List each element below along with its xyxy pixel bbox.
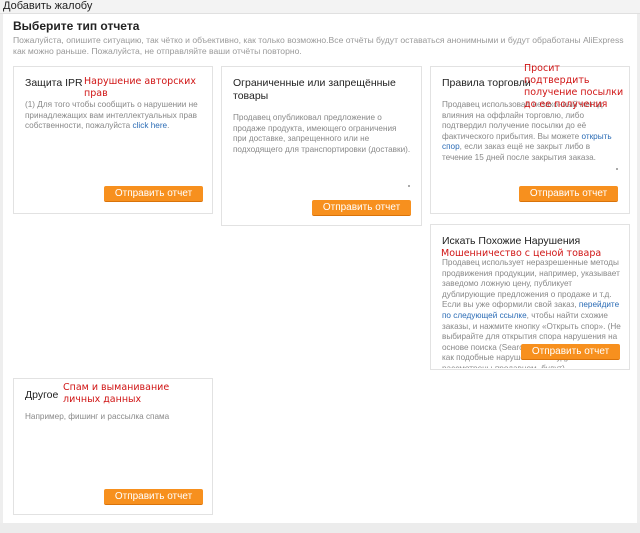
annotation-price-fraud: Мошенничество с ценой товара (441, 248, 602, 259)
card-body-text: (1) Для того чтобы сообщить о нарушении … (25, 100, 198, 131)
card-title-restricted: Ограниченные или запрещённые товары (233, 77, 396, 102)
page-heading: Выберите тип отчета (13, 19, 140, 33)
card-body-ipr: (1) Для того чтобы сообщить о нарушении … (25, 100, 203, 132)
card-body-end: . (167, 121, 170, 131)
card-title-other: Другое (25, 389, 59, 401)
annotation-spam: Спам и выманивание личных данных (63, 382, 170, 405)
window-title: Добавить жалобу (3, 0, 93, 12)
annotation-confirm-receipt: Просит подтвердить получение посылки до … (524, 63, 624, 110)
annotation-copyright: Нарушение авторских прав (84, 76, 196, 99)
card-title-similar: Искать Похожие Нарушения (442, 235, 581, 247)
card-body-end: , если заказ ещё не закрыт либо в течени… (442, 142, 596, 162)
submit-report-button-similar[interactable]: Отправить отчет (521, 344, 620, 360)
report-card-similar: Искать Похожие Нарушения Продавец исполь… (430, 224, 630, 370)
click-here-link[interactable]: click here (133, 121, 168, 130)
submit-report-button-ipr[interactable]: Отправить отчет (104, 186, 203, 202)
card-body-restricted: Продавец опубликовал предложение о прода… (233, 113, 411, 154)
submit-report-button-trade-rules[interactable]: Отправить отчет (519, 186, 618, 202)
card-dot (408, 185, 410, 187)
bottom-strip (0, 523, 640, 533)
page-description: Пожалуйста, опишите ситуацию, так чётко … (13, 35, 624, 56)
submit-report-button-restricted[interactable]: Отправить отчет (312, 200, 411, 216)
submit-report-button-other[interactable]: Отправить отчет (104, 489, 203, 505)
window-titlebar: Добавить жалобу (0, 0, 640, 14)
card-dot (616, 168, 618, 170)
card-title-ipr: Защита IPR (25, 77, 83, 89)
card-title-trade-rules: Правила торговли (442, 77, 531, 89)
report-card-restricted: Ограниченные или запрещённые товары Прод… (221, 66, 422, 226)
card-body-other: Например, фишинг и рассылка спама (25, 412, 170, 421)
